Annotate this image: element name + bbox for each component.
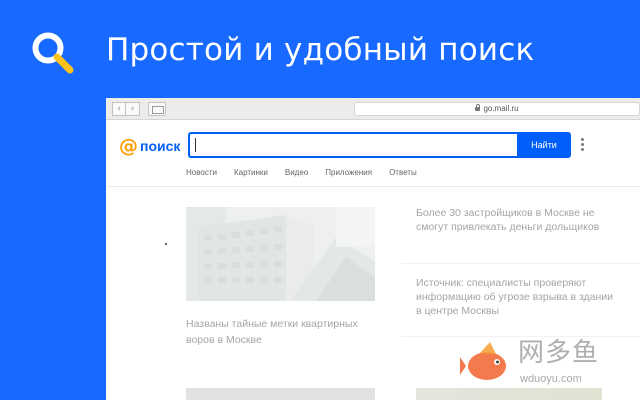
nav-buttons: ‹ › (112, 102, 140, 116)
mail-search-logo[interactable]: @ поиск (119, 136, 180, 156)
news-image-building[interactable] (186, 207, 375, 301)
news-separator (402, 263, 640, 264)
search-magnifier-icon (32, 32, 74, 74)
search-input[interactable] (188, 132, 517, 158)
text-caret (195, 138, 196, 152)
watermark-brand: 网多鱼 (518, 338, 600, 368)
watermark: 网多鱼 wduoyu.com (460, 336, 635, 392)
lock-icon (475, 104, 481, 111)
news-left-title[interactable]: Названы тайные метки квартирных воров в … (186, 316, 386, 348)
news-right-item-2[interactable]: Источник: специалисты проверяют информац… (416, 276, 616, 318)
address-text: go.mail.ru (483, 104, 519, 113)
logo-text: поиск (140, 138, 181, 154)
tab-apps[interactable]: Приложения (325, 168, 372, 178)
more-options-icon[interactable] (578, 138, 586, 154)
logo-at-sign: @ (119, 135, 138, 157)
fish-logo-icon (460, 342, 506, 380)
header-divider (106, 186, 640, 187)
tab-news[interactable]: Новости (186, 168, 217, 178)
news-image-partial[interactable] (186, 388, 375, 400)
back-button[interactable]: ‹ (112, 102, 126, 116)
hero-title: Простой и удобный поиск (106, 32, 535, 68)
tab-video[interactable]: Видео (285, 168, 308, 178)
news-right-item-1[interactable]: Более 30 застройщиков в Москве не смогут… (416, 206, 616, 234)
mouse-pointer-dot (165, 243, 167, 245)
browser-toolbar: ‹ › go.mail.ru (106, 98, 640, 120)
tab-answers[interactable]: Ответы (389, 168, 417, 178)
forward-button[interactable]: › (126, 102, 140, 116)
watermark-url: wduoyu.com (520, 373, 582, 385)
tab-images[interactable]: Картинки (234, 168, 268, 178)
address-bar[interactable]: go.mail.ru (354, 102, 640, 116)
search-button[interactable]: Найти (517, 132, 571, 158)
sidebar-toggle-icon[interactable] (148, 102, 166, 116)
search-tabs: Новости Картинки Видео Приложения Ответы (186, 168, 434, 178)
